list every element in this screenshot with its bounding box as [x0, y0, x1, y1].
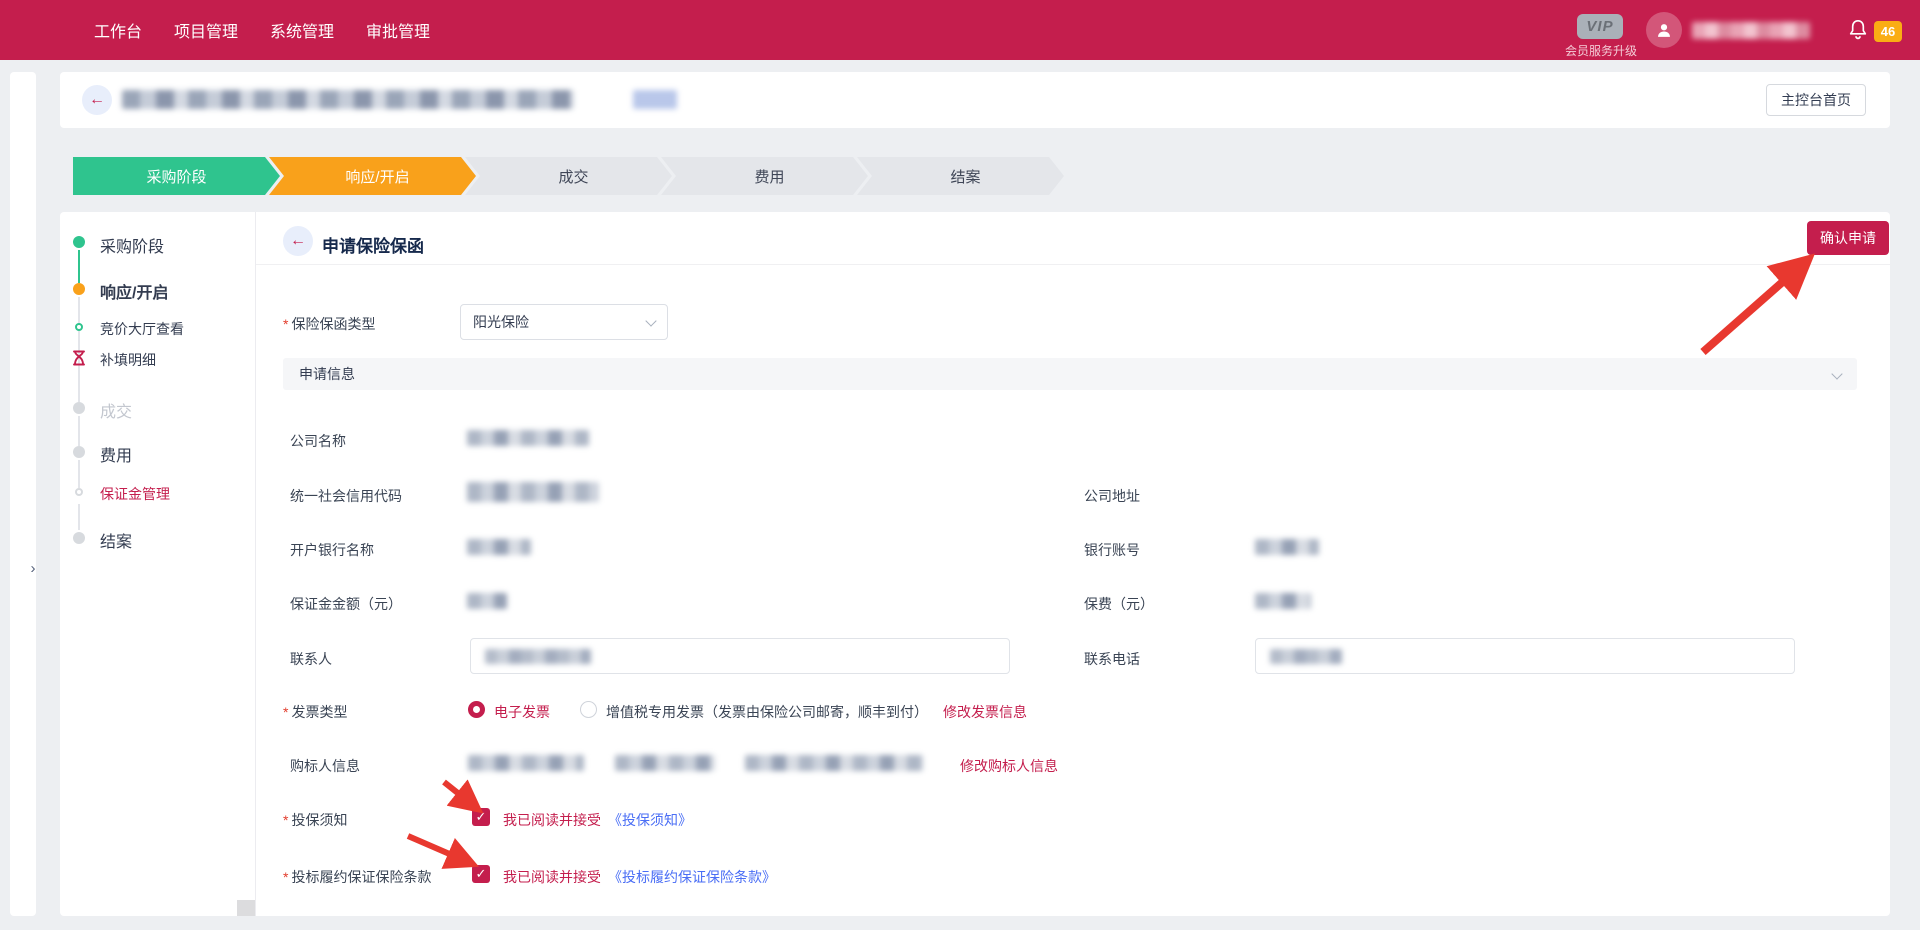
sidebar-item-closing[interactable]: 结案 [100, 528, 132, 552]
clause-checkbox[interactable]: ✓ [472, 865, 490, 883]
project-header-card: ← 主控台首页 [60, 72, 1890, 128]
sidebar-item-procurement[interactable]: 采购阶段 [100, 233, 164, 257]
edit-buyer-info-link[interactable]: 修改购标人信息 [960, 756, 1058, 776]
sidebar-ring-bid-hall [75, 323, 83, 331]
person-icon [1653, 19, 1675, 41]
sidebar-divider [255, 212, 256, 916]
electronic-invoice-option-label: 电子发票 [494, 702, 550, 722]
bank-name-label: 开户银行名称 [290, 540, 374, 560]
sidebar-item-deal[interactable]: 成交 [100, 398, 132, 422]
notification-bell-icon[interactable] [1847, 18, 1869, 42]
contact-phone-input[interactable] [1255, 638, 1795, 674]
sidebar-item-bid-hall-view[interactable]: 竞价大厅查看 [100, 319, 184, 339]
company-name-value-redacted [467, 430, 589, 446]
sidebar-dot-response-open [73, 283, 85, 295]
buyer-info-value3-redacted [745, 755, 923, 771]
notification-count-badge: 46 [1874, 21, 1902, 42]
company-address-label: 公司地址 [1084, 486, 1140, 506]
insurer-type-select[interactable]: 阳光保险 [460, 304, 668, 340]
agree-prefix-text: 我已阅读并接受 [503, 810, 601, 830]
drawer-expand-chevron-icon[interactable]: › [24, 558, 42, 580]
timeline-connector [78, 460, 80, 488]
step-fees[interactable]: 费用 [661, 157, 868, 195]
insure-notice-doc-link[interactable]: 《投保须知》 [608, 810, 692, 830]
user-avatar[interactable] [1646, 12, 1682, 48]
process-stepper: 采购阶段 响应/开启 成交 费用 结案 [73, 157, 1064, 195]
timeline-connector [78, 416, 80, 446]
title-divider [256, 264, 1890, 265]
contact-name-value-redacted [485, 649, 591, 664]
premium-value-redacted [1255, 593, 1311, 609]
vip-badge[interactable]: VIP [1577, 14, 1623, 39]
contact-name-label: 联系人 [290, 649, 332, 669]
bank-account-label: 银行账号 [1084, 540, 1140, 560]
agree-prefix-text: 我已阅读并接受 [503, 867, 601, 887]
hourglass-icon [72, 350, 86, 366]
nav-item-approval-management[interactable]: 审批管理 [366, 18, 430, 42]
chevron-down-icon [645, 315, 656, 326]
insure-notice-checkbox[interactable]: ✓ [472, 808, 490, 826]
collapsed-side-drawer: › [10, 72, 36, 916]
step-closing[interactable]: 结案 [857, 157, 1064, 195]
vat-invoice-option-label: 增值税专用发票（发票由保险公司邮寄，顺丰到付） [606, 702, 928, 722]
project-tag-redacted [633, 90, 677, 109]
contact-name-input[interactable] [470, 638, 1010, 674]
nav-item-workbench[interactable]: 工作台 [94, 18, 142, 42]
step-response-open[interactable]: 响应/开启 [269, 157, 476, 195]
step-deal[interactable]: 成交 [465, 157, 672, 195]
edit-invoice-info-link[interactable]: 修改发票信息 [943, 702, 1027, 722]
timeline-connector [78, 504, 80, 530]
deposit-amount-value-redacted [467, 593, 507, 609]
deposit-amount-label: 保证金金额（元） [290, 594, 402, 614]
console-home-button[interactable]: 主控台首页 [1766, 84, 1866, 116]
contact-phone-label: 联系电话 [1084, 649, 1140, 669]
insure-notice-label: 投保须知 [283, 810, 347, 830]
credit-code-label: 统一社会信用代码 [290, 486, 402, 506]
project-title-redacted [122, 90, 574, 109]
contact-phone-value-redacted [1270, 649, 1342, 664]
bank-name-value-redacted [467, 539, 531, 555]
nav-menu: 工作台 项目管理 系统管理 审批管理 [94, 18, 430, 42]
bank-account-value-redacted [1255, 539, 1319, 555]
sidebar-dot-procurement [73, 236, 85, 248]
sidebar-dot-closing [73, 532, 85, 544]
section-title: 申请信息 [299, 366, 355, 382]
header-back-button[interactable]: ← [82, 85, 112, 115]
buyer-info-label: 购标人信息 [290, 756, 360, 776]
username-redacted[interactable] [1692, 22, 1810, 39]
buyer-info-value1-redacted [468, 755, 584, 771]
radio-vat-invoice[interactable] [580, 701, 597, 718]
top-nav: 工作台 项目管理 系统管理 审批管理 VIP 会员服务升级 46 [0, 0, 1920, 60]
radio-electronic-invoice[interactable] [468, 701, 485, 718]
sidebar-item-fill-details[interactable]: 补填明细 [100, 350, 156, 370]
buyer-info-value2-redacted [615, 755, 715, 771]
confirm-apply-button[interactable]: 确认申请 [1807, 221, 1889, 255]
sidebar-item-response-open[interactable]: 响应/开启 [100, 279, 168, 303]
nav-item-system-management[interactable]: 系统管理 [270, 18, 334, 42]
chevron-down-icon [1831, 368, 1842, 379]
premium-label: 保费（元） [1084, 594, 1154, 614]
sidebar-scrollbar-thumb[interactable] [237, 900, 255, 916]
sidebar-item-deposit-management[interactable]: 保证金管理 [100, 484, 170, 504]
sidebar-ring-deposit [75, 488, 83, 496]
credit-code-value-redacted [467, 482, 599, 502]
clause-doc-link[interactable]: 《投标履约保证保险条款》 [608, 867, 776, 887]
company-name-label: 公司名称 [290, 431, 346, 451]
sidebar-item-fees[interactable]: 费用 [100, 442, 132, 466]
insurer-type-label: 保险保函类型 [283, 314, 375, 334]
step-procurement[interactable]: 采购阶段 [73, 157, 280, 195]
main-panel: 采购阶段 响应/开启 竞价大厅查看 补填明细 成交 费用 保证金管理 结案 ← … [60, 212, 1890, 916]
timeline-connector-done [78, 250, 80, 283]
vip-caption-label: 会员服务升级 [1553, 42, 1649, 59]
nav-item-project-management[interactable]: 项目管理 [174, 18, 238, 42]
sidebar-dot-deal [73, 402, 85, 414]
form-back-button[interactable]: ← [283, 226, 313, 256]
page-title: 申请保险保函 [322, 232, 424, 257]
clause-label: 投标履约保证保险条款 [283, 867, 431, 887]
application-info-section-header[interactable]: 申请信息 [283, 358, 1857, 390]
invoice-type-label: 发票类型 [283, 702, 347, 722]
insurer-type-value: 阳光保险 [473, 314, 529, 330]
sidebar-dot-fees [73, 446, 85, 458]
